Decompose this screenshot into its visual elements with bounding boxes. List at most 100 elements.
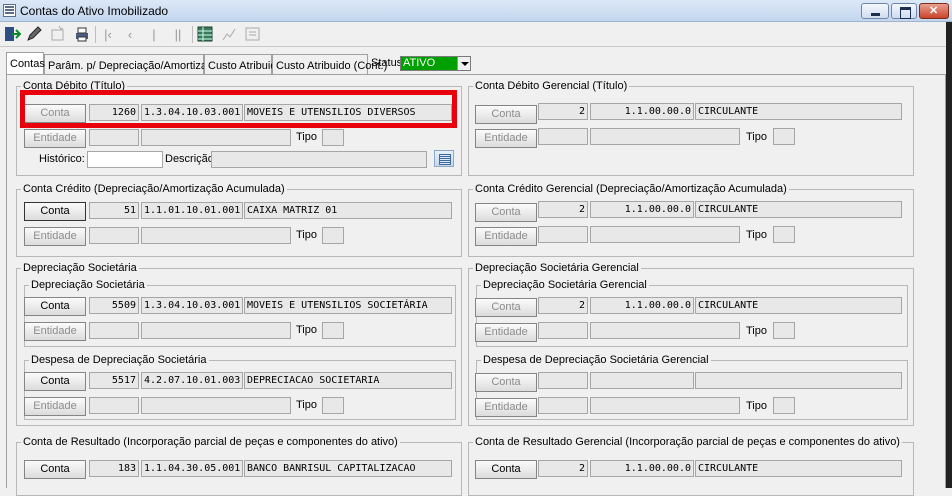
conta-code-field xyxy=(590,372,694,389)
conta-number-field[interactable]: 1260 xyxy=(89,104,139,121)
entidade-number-field[interactable] xyxy=(89,397,139,414)
conta-number-field[interactable]: 2 xyxy=(538,460,588,477)
conta-button[interactable]: Conta xyxy=(475,298,537,317)
tab-custo-atribuido[interactable]: Custo Atribuido xyxy=(204,54,283,74)
conta-desc-field xyxy=(695,372,902,389)
tab-custo-atribuido-cont[interactable]: Custo Atribuido (Cont.) xyxy=(272,54,387,74)
entidade-number-field[interactable] xyxy=(89,322,139,339)
calculator-icon[interactable] xyxy=(434,150,454,167)
tipo-label: Tipo xyxy=(296,399,317,411)
entidade-number-field[interactable] xyxy=(89,129,139,146)
group-title: Conta Crédito Gerencial (Depreciação/Amo… xyxy=(473,183,789,195)
entidade-number-field[interactable] xyxy=(89,227,139,244)
group-title: Conta de Resultado Gerencial (Incorporaç… xyxy=(473,436,902,448)
chevron-down-icon[interactable] xyxy=(457,57,470,70)
entidade-button[interactable]: Entidade xyxy=(475,227,537,246)
tipo-field xyxy=(773,128,795,145)
conta-desc-field: CIRCULANTE xyxy=(695,201,902,218)
entidade-button[interactable]: Entidade xyxy=(24,129,86,148)
last-icon[interactable]: || xyxy=(168,24,188,44)
historico-label: Histórico: xyxy=(39,153,85,165)
entidade-button[interactable]: Entidade xyxy=(475,323,537,342)
conta-number-field[interactable]: 5509 xyxy=(89,297,139,314)
entidade-button[interactable]: Entidade xyxy=(475,398,537,417)
conta-code-field: 1.3.04.10.03.001.0004 xyxy=(141,297,243,314)
conta-desc-field: CAIXA MATRIZ 01 xyxy=(244,202,452,219)
entidade-desc-field xyxy=(141,397,291,414)
conta-number-field[interactable]: 51 xyxy=(89,202,139,219)
conta-button[interactable]: Conta xyxy=(24,202,86,221)
toolbar: |‹ ‹ | || xyxy=(0,23,952,47)
conta-desc-field: DEPRECIACAO SOCIETARIA xyxy=(244,372,452,389)
tab-contas[interactable]: Contas xyxy=(6,52,45,74)
conta-button[interactable]: Conta xyxy=(24,460,86,479)
title-bar: Contas do Ativo Imobilizado xyxy=(0,0,952,22)
conta-button[interactable]: Conta xyxy=(24,104,86,123)
entidade-desc-field xyxy=(590,322,740,339)
tipo-field xyxy=(773,226,795,243)
conta-number-field[interactable]: 2 xyxy=(538,297,588,314)
descricao-field[interactable] xyxy=(211,151,427,168)
conta-button[interactable]: Conta xyxy=(475,373,537,392)
conta-code-field: 1.1.04.30.05.001.0000 xyxy=(141,460,243,477)
conta-code-field: 1.1.00.00.0 xyxy=(590,201,694,218)
maximize-button[interactable] xyxy=(891,3,917,19)
edit-icon[interactable] xyxy=(24,24,44,44)
entidade-number-field[interactable] xyxy=(538,322,588,339)
entidade-number-field[interactable] xyxy=(538,128,588,145)
entidade-desc-field xyxy=(590,128,740,145)
tipo-label: Tipo xyxy=(746,229,767,241)
conta-button[interactable]: Conta xyxy=(475,203,537,222)
close-button[interactable] xyxy=(919,3,949,19)
entidade-desc-field xyxy=(141,322,291,339)
status-value: ATIVO xyxy=(403,57,436,69)
next-icon[interactable]: | xyxy=(144,24,164,44)
group-title: Conta Débito (Título) xyxy=(21,80,128,92)
conta-code-field: 1.1.00.00.0 xyxy=(590,103,694,120)
entidade-button[interactable]: Entidade xyxy=(24,322,86,341)
group-title: Depreciação Societária xyxy=(21,262,139,274)
conta-number-field[interactable]: 5517 xyxy=(89,372,139,389)
conta-number-field[interactable]: 2 xyxy=(538,103,588,120)
entidade-button[interactable]: Entidade xyxy=(475,129,537,148)
conta-button[interactable]: Conta xyxy=(475,460,537,479)
minimize-button[interactable] xyxy=(861,3,889,19)
entidade-button[interactable]: Entidade xyxy=(24,227,86,246)
tipo-field xyxy=(322,322,344,339)
conta-desc-field: CIRCULANTE xyxy=(695,460,902,477)
grid-icon[interactable] xyxy=(195,24,215,44)
conta-button[interactable]: Conta xyxy=(475,105,537,124)
conta-desc-field: MOVEIS E UTENSILIOS SOCIETÁRIA xyxy=(244,297,452,314)
status-label: Status xyxy=(371,57,403,69)
conta-button[interactable]: Conta xyxy=(24,372,86,391)
app-window: Contas do Ativo Imobilizado |‹ ‹ | || xyxy=(0,0,952,496)
group-title: Depreciação Societária Gerencial xyxy=(481,279,649,291)
conta-number-field[interactable]: 183 xyxy=(89,460,139,477)
conta-code-field: 1.1.00.00.0 xyxy=(590,297,694,314)
status-select[interactable]: ATIVO xyxy=(400,56,471,71)
prev-icon[interactable]: ‹ xyxy=(120,24,140,44)
entidade-number-field[interactable] xyxy=(538,397,588,414)
conta-code-field: 1.1.00.00.0 xyxy=(590,460,694,477)
window-title: Contas do Ativo Imobilizado xyxy=(20,4,169,18)
tipo-field xyxy=(322,397,344,414)
tab-parametros-depreciacao[interactable]: Parâm. p/ Depreciação/Amortização xyxy=(44,54,225,74)
print-icon[interactable] xyxy=(72,24,92,44)
new-icon[interactable] xyxy=(48,24,68,44)
tipo-field xyxy=(322,227,344,244)
exit-icon[interactable] xyxy=(2,24,22,44)
tipo-label: Tipo xyxy=(746,400,767,412)
historico-input[interactable] xyxy=(87,151,163,168)
tipo-label: Tipo xyxy=(296,324,317,336)
entidade-button[interactable]: Entidade xyxy=(24,397,86,416)
chart-icon[interactable] xyxy=(219,24,239,44)
conta-number-field[interactable]: 2 xyxy=(538,201,588,218)
first-icon[interactable]: |‹ xyxy=(98,24,118,44)
conta-button[interactable]: Conta xyxy=(24,297,86,316)
entidade-number-field[interactable] xyxy=(538,226,588,243)
conta-desc-field: MOVEIS E UTENSILIOS DIVERSOS xyxy=(244,104,452,121)
report-icon[interactable] xyxy=(243,24,263,44)
group-title: Conta Crédito (Depreciação/Amortização A… xyxy=(21,183,287,195)
conta-number-field[interactable] xyxy=(538,372,588,389)
group-title: Conta de Resultado (Incorporação parcial… xyxy=(21,436,400,448)
